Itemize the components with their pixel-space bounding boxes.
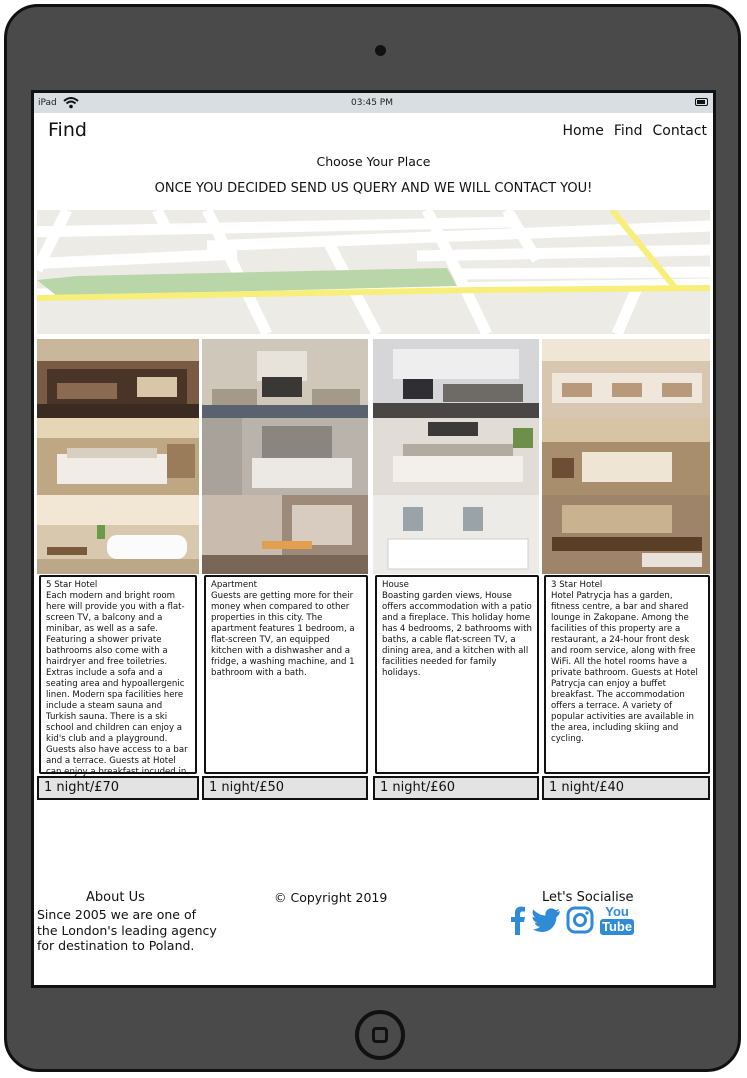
listing-title: 3 Star Hotel [551, 580, 603, 590]
page-tagline: ONCE YOU DECIDED SEND US QUERY AND WE WI… [154, 181, 593, 196]
screen: iPad 03:45 PM Find Home Find Contact Cho… [31, 90, 716, 988]
wifi-icon [63, 97, 79, 109]
footer-about-text: Since 2005 we are one of the London's le… [37, 907, 217, 953]
carrier-label: iPad [38, 98, 57, 108]
camera-dot [375, 45, 386, 56]
listing-description: Guests are getting more for their money … [211, 591, 355, 678]
listing-price[interactable]: 1 night/£50 [202, 776, 368, 800]
listing-description-box: 3 Star Hotel Hotel Patrycja has a garden… [544, 575, 710, 774]
listing-description-box: Apartment Guests are getting more for th… [204, 575, 368, 774]
clock: 03:45 PM [351, 98, 393, 108]
map-graphic [37, 210, 710, 334]
listing-description: Hotel Patrycja has a garden, fitness cen… [551, 591, 698, 744]
status-bar: iPad 03:45 PM [34, 93, 713, 113]
bathroom-photo [37, 495, 199, 574]
listing-price[interactable]: 1 night/£60 [373, 776, 539, 800]
listing-title: House [382, 580, 409, 590]
living-room-photo [202, 339, 368, 418]
twitter-icon[interactable] [532, 908, 560, 932]
bathroom-photo [542, 495, 710, 574]
social-title: Let's Socialise [542, 890, 634, 905]
nav-contact-link[interactable]: Contact [653, 123, 707, 139]
listing-title: Apartment [211, 580, 257, 590]
listing-description-box: House Boasting garden views, House offer… [375, 575, 539, 774]
youtube-you-text: You [605, 904, 629, 919]
bedroom-photo [202, 418, 368, 495]
bedroom-photo [37, 418, 199, 495]
listing-price[interactable]: 1 night/£70 [37, 776, 199, 800]
listing-description: Boasting garden views, House offers acco… [382, 591, 532, 678]
copyright: © Copyright 2019 [274, 890, 388, 905]
map[interactable] [37, 210, 710, 334]
youtube-icon[interactable]: You Tube [600, 904, 635, 935]
bathroom-photo [202, 495, 368, 574]
listing-description: Each modern and bright room here will pr… [46, 591, 188, 788]
bedroom-photo [373, 418, 539, 495]
listing-price[interactable]: 1 night/£40 [542, 776, 710, 800]
listing-title: 5 Star Hotel [46, 580, 98, 590]
social-links: You Tube [510, 904, 635, 935]
living-room-photo [37, 339, 199, 418]
restaurant-photo [542, 339, 710, 418]
main-nav: Home Find Contact [563, 123, 708, 139]
brand-logo[interactable]: Find [48, 119, 87, 141]
nav-home-link[interactable]: Home [563, 123, 604, 139]
living-room-photo [373, 339, 539, 418]
youtube-tube-text: Tube [600, 919, 635, 935]
battery-icon [695, 98, 708, 106]
bathroom-photo [373, 495, 539, 574]
nav-find-link[interactable]: Find [614, 123, 643, 139]
instagram-icon[interactable] [566, 906, 594, 934]
footer-about-title: About Us [86, 890, 145, 905]
page-subtitle: Choose Your Place [316, 154, 431, 169]
facebook-icon[interactable] [510, 905, 526, 935]
home-hardware-button[interactable] [355, 1010, 405, 1060]
listing-description-box: 5 Star Hotel Each modern and bright room… [39, 575, 197, 788]
bedroom-photo [542, 418, 710, 495]
